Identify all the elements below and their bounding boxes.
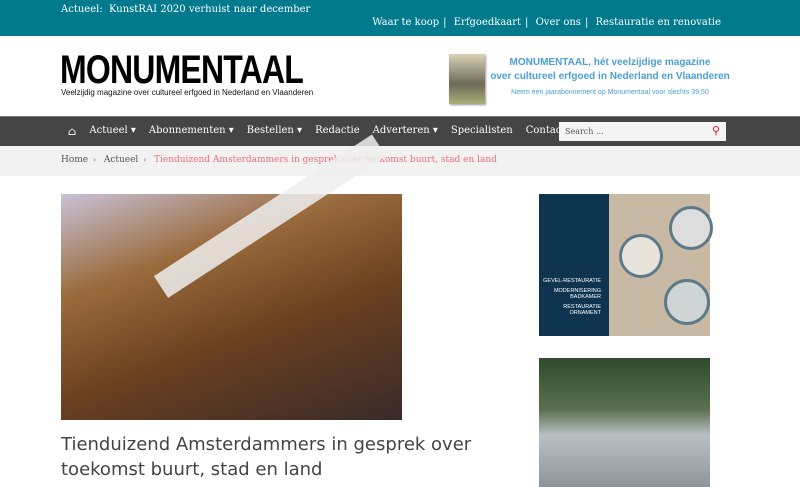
search-placeholder: Search ... [565,127,604,136]
ad-label: RESTAURATIE ORNAMENT [563,303,601,317]
link-erfgoedkaart[interactable]: Erfgoedkaart [454,17,521,28]
nav-redactie[interactable]: Redactie [315,125,360,138]
home-icon[interactable]: ⌂ [68,125,76,138]
site-logo[interactable]: MONUMENTAAL [60,50,304,90]
nav-actueel[interactable]: Actueel ▾ [89,125,136,138]
subscription-promo[interactable]: MONUMENTAAL, hét veelzijdige magazine ov… [480,56,740,100]
nav-bestellen[interactable]: Bestellen ▾ [247,125,302,138]
promo-sub: Neem een jaarabonnement op Monumentaal v… [511,89,709,96]
ad-label: GEVEL-RESTAURATIE [543,278,601,284]
news-label: Actueel: [61,4,103,15]
top-bar: Actueel: KunstRAI 2020 verhuist naar dec… [0,0,800,36]
article-image[interactable] [61,134,402,420]
ad-label: MODERNISERING BADKAMER [553,287,601,301]
nav-specialisten[interactable]: Specialisten [451,125,513,138]
news-text[interactable]: KunstRAI 2020 verhuist naar december [109,4,310,15]
breadcrumb: Home › Actueel › Tienduizend Amsterdammers… [0,146,800,176]
search-input[interactable]: Search ... ⚲ [559,122,726,141]
link-restauratie[interactable]: Restauratie en renovatie [596,17,722,28]
search-icon[interactable]: ⚲ [712,124,720,137]
breadcrumb-actueel[interactable]: Actueel [104,155,138,165]
top-links: Waar te koop | Erfgoedkaart | Over ons | Re… [372,17,721,28]
promo-line-2: over cultureel erfgoed in Nederland en V… [490,71,730,82]
nav-abonnementen[interactable]: Abonnementen ▾ [149,125,234,138]
breadcrumb-home[interactable]: Home [61,155,88,165]
promo-line-1: MONUMENTAAL, hét veelzijdige magazine [509,57,711,68]
link-waar-te-koop[interactable]: Waar te koop [372,17,439,28]
news-ticker[interactable]: Actueel: KunstRAI 2020 verhuist naar dec… [61,4,310,15]
link-over-ons[interactable]: Over ons [536,17,581,28]
sidebar-ad-restauratie[interactable]: GEVEL-RESTAURATIE MODERNISERING BADKAMER… [539,194,713,336]
sidebar-ad-2[interactable] [539,358,710,487]
article-title[interactable]: Tienduizend Amsterdammers in gesprek ove… [61,432,481,482]
nav-adverteren[interactable]: Adverteren ▾ [373,125,438,138]
main-nav: ⌂ Actueel ▾ Abonnementen ▾ Bestellen ▾ R… [0,116,800,146]
tagline: Veelzijdig magazine over cultureel erfgo… [61,88,314,97]
